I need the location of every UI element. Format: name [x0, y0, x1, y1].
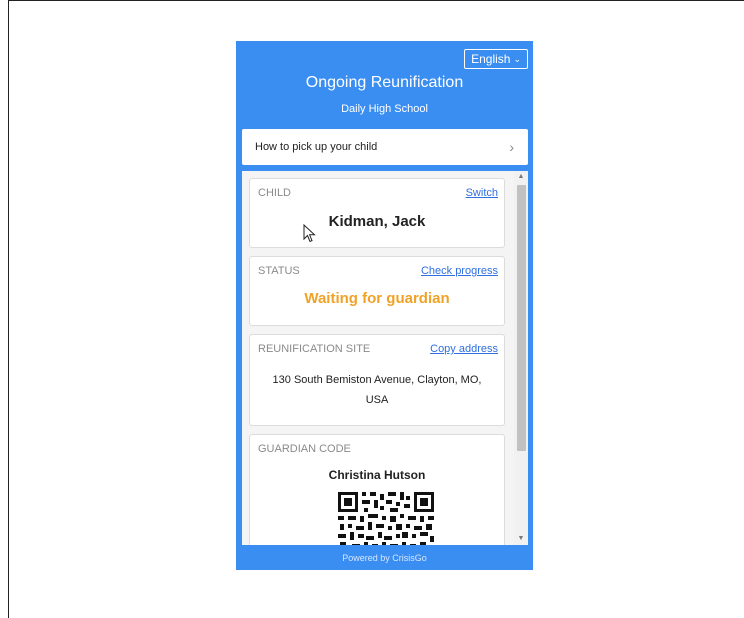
- chevron-right-icon: ›: [509, 139, 514, 155]
- page-title: Ongoing Reunification: [305, 74, 464, 91]
- mouse-cursor-icon: [303, 224, 316, 243]
- scroll-down-arrow-icon[interactable]: ▼: [514, 533, 528, 545]
- how-to-pickup-label: How to pick up your child: [255, 141, 378, 153]
- status-value: Waiting for guardian: [304, 290, 450, 307]
- scrollbar[interactable]: ▲ ▼: [514, 171, 528, 545]
- copy-address-link[interactable]: Copy address: [430, 343, 498, 355]
- footer-credit: Powered by CrisisGo: [342, 553, 427, 563]
- guardian-code-label: GUARDIAN CODE: [258, 443, 351, 455]
- how-to-pickup-link[interactable]: How to pick up your child ›: [242, 129, 528, 165]
- chevron-down-icon: ⌄: [513, 54, 521, 64]
- status-card: STATUS Check progress Waiting for guardi…: [249, 256, 505, 326]
- child-card: CHILD Switch Kidman, Jack: [249, 178, 505, 248]
- check-progress-link[interactable]: Check progress: [421, 265, 498, 277]
- site-address: 130 South Bemiston Avenue, Clayton, MO, …: [272, 374, 482, 406]
- scroll-up-arrow-icon[interactable]: ▲: [514, 171, 528, 183]
- switch-child-link[interactable]: Switch: [466, 187, 498, 199]
- mobile-app-view: English ⌄ Ongoing Reunification Daily Hi…: [236, 41, 533, 570]
- language-selector[interactable]: English ⌄: [464, 49, 528, 69]
- school-name: Daily High School: [341, 103, 428, 115]
- guardian-name: Christina Hutson: [328, 468, 426, 482]
- guardian-code-card: GUARDIAN CODE Christina Hutson: [249, 434, 505, 545]
- site-label: REUNIFICATION SITE: [258, 343, 371, 355]
- language-label: English: [471, 52, 511, 66]
- qr-code-icon: [336, 490, 436, 545]
- reunification-details-panel[interactable]: CHILD Switch Kidman, Jack STATUS Check p…: [242, 171, 528, 545]
- scrollbar-thumb[interactable]: [517, 185, 526, 451]
- status-label: STATUS: [258, 265, 300, 277]
- child-name: Kidman, Jack: [328, 213, 426, 230]
- reunification-site-card: REUNIFICATION SITE Copy address 130 Sout…: [249, 334, 505, 426]
- child-label: CHILD: [258, 187, 292, 199]
